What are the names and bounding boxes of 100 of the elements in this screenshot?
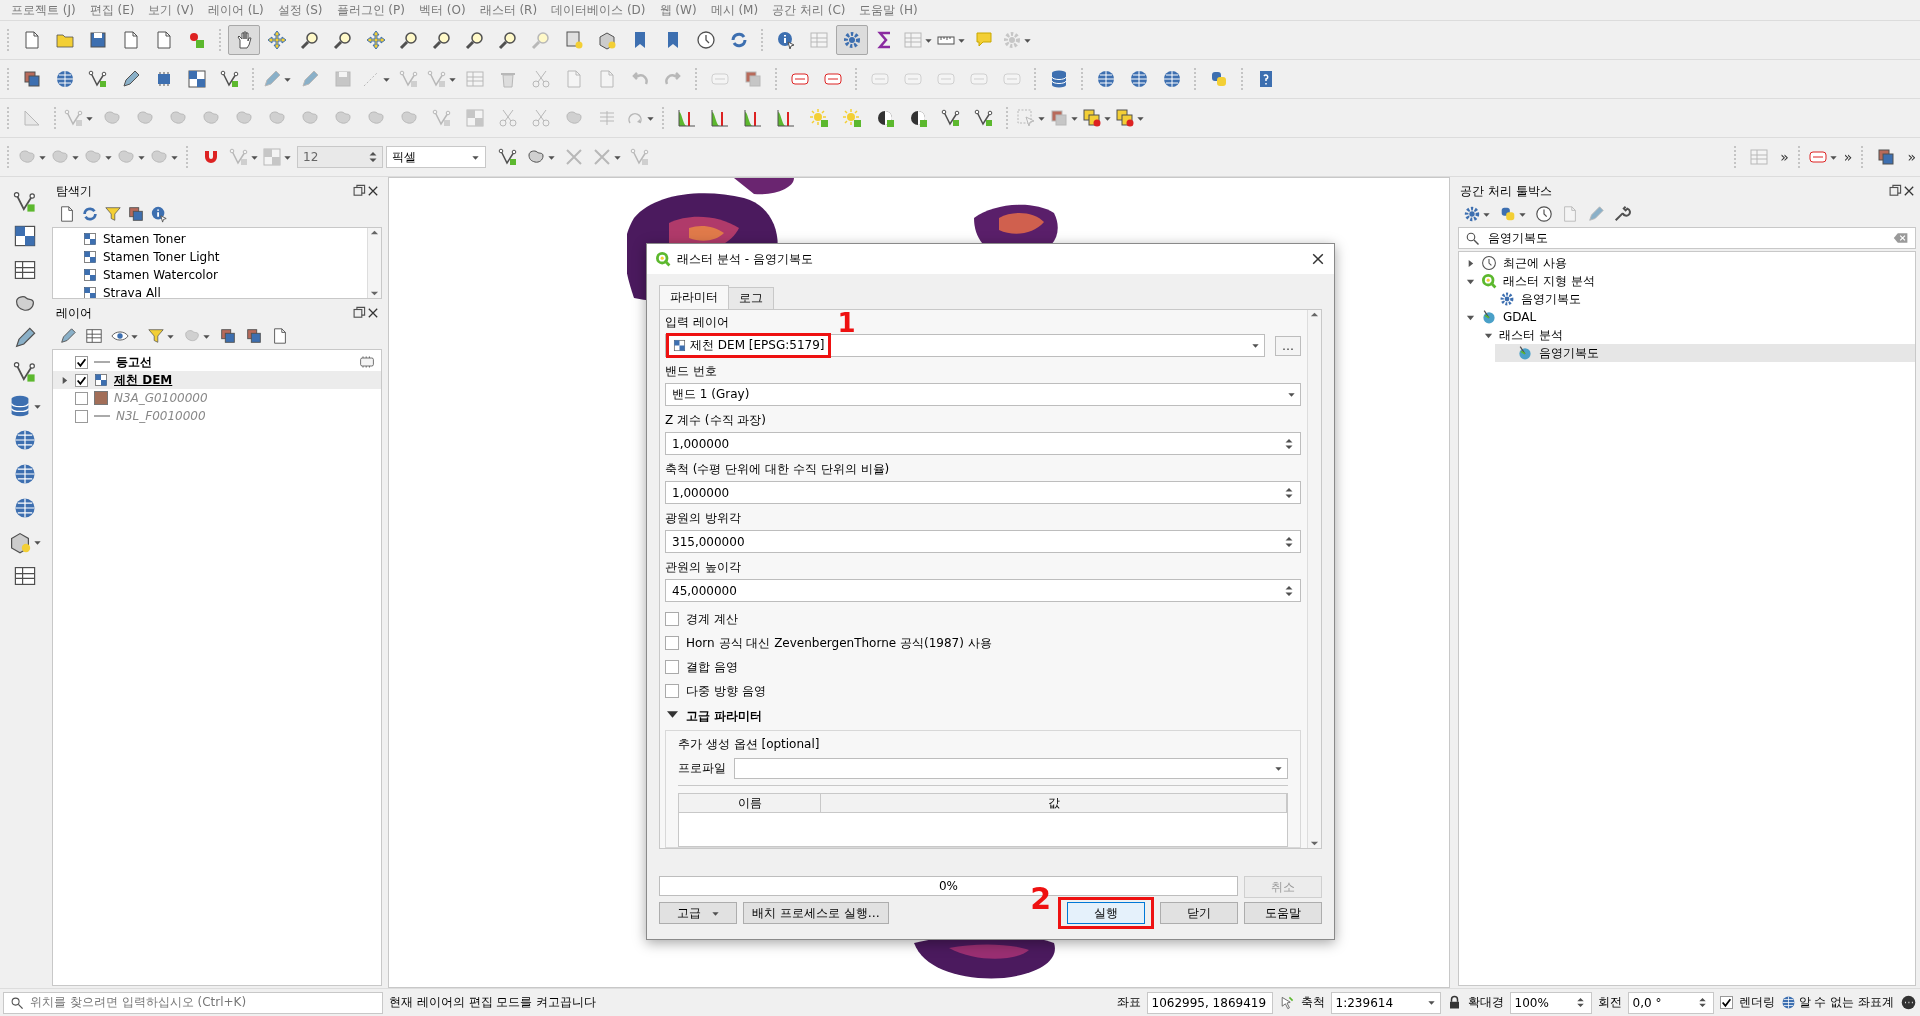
scale-combo[interactable]: 1:239614 bbox=[1330, 991, 1441, 1014]
layer-item[interactable]: 제천 DEM bbox=[53, 371, 381, 389]
info-cursor-icon[interactable] bbox=[776, 30, 796, 50]
magnifier-icon[interactable] bbox=[333, 30, 353, 50]
document-icon[interactable] bbox=[58, 205, 76, 223]
stacked-squares-icon[interactable] bbox=[22, 69, 42, 89]
checkbox[interactable] bbox=[665, 660, 679, 674]
message-icon[interactable] bbox=[1900, 994, 1917, 1011]
menu-item[interactable]: 설정 (S) bbox=[270, 1, 330, 19]
menu-button[interactable]: 고급 bbox=[659, 902, 737, 924]
pencil-icon[interactable] bbox=[59, 327, 77, 345]
vertex-line-icon[interactable] bbox=[220, 69, 240, 89]
expand-arrow-icon[interactable] bbox=[667, 709, 678, 720]
close-button[interactable]: 닫기 bbox=[1160, 902, 1238, 924]
toolbar-button[interactable] bbox=[836, 25, 868, 55]
globe-icon[interactable] bbox=[55, 69, 75, 89]
globe-icon[interactable] bbox=[12, 428, 37, 452]
wrench-icon[interactable] bbox=[1613, 205, 1631, 223]
tree-item[interactable]: 최근에 사용 bbox=[1459, 254, 1915, 272]
caret-icon[interactable] bbox=[1251, 341, 1260, 350]
help-button[interactable]: 도움말 bbox=[1244, 902, 1322, 924]
caret-icon[interactable] bbox=[1287, 390, 1296, 399]
histogram-icon[interactable] bbox=[743, 108, 763, 128]
raster-grid-icon[interactable] bbox=[187, 69, 207, 89]
four-arrows-icon[interactable] bbox=[267, 30, 287, 50]
browse-button[interactable]: … bbox=[1275, 335, 1301, 356]
menu-item[interactable]: 데이터베이스 (D) bbox=[544, 1, 653, 19]
menu-item[interactable]: 플러그인 (P) bbox=[329, 1, 412, 19]
histogram-icon[interactable] bbox=[677, 108, 697, 128]
histogram-icon[interactable] bbox=[710, 108, 730, 128]
globe-icon[interactable] bbox=[1096, 69, 1116, 89]
scroll-down-icon[interactable] bbox=[370, 289, 379, 298]
unit-combo[interactable]: 픽셀 bbox=[386, 146, 486, 168]
vertex-line-icon[interactable] bbox=[12, 190, 37, 214]
tree-item[interactable]: GDAL bbox=[1459, 308, 1915, 326]
menu-item[interactable]: 편집 (E) bbox=[82, 1, 142, 19]
crs-button[interactable]: 알 수 없는 좌표계 bbox=[1798, 994, 1894, 1011]
stacked-squares-icon[interactable] bbox=[245, 327, 263, 345]
caret-icon[interactable] bbox=[1426, 998, 1436, 1007]
checkbox[interactable] bbox=[75, 409, 88, 423]
vertex-line-icon[interactable] bbox=[498, 147, 518, 167]
magnifier-icon[interactable] bbox=[498, 30, 518, 50]
checkbox[interactable] bbox=[75, 391, 88, 405]
scrollbar[interactable] bbox=[1307, 310, 1321, 848]
cube-icon[interactable] bbox=[597, 30, 617, 50]
raster-grid-icon[interactable] bbox=[12, 224, 37, 248]
python-icon[interactable] bbox=[1209, 69, 1229, 89]
float-icon[interactable] bbox=[352, 184, 366, 198]
batch-button[interactable]: 배치 프로세스로 실행… bbox=[743, 902, 889, 924]
checkbox[interactable] bbox=[665, 612, 679, 626]
layer-item[interactable]: N3A_G0100000 bbox=[53, 389, 381, 407]
checkbox[interactable] bbox=[75, 355, 88, 369]
overlapping-squares-icon[interactable] bbox=[1082, 108, 1102, 128]
scroll-up-icon[interactable] bbox=[370, 228, 379, 237]
tree-item[interactable]: 래스터 분석 bbox=[1477, 326, 1915, 344]
browser-item[interactable]: Stamen Toner bbox=[53, 230, 367, 248]
table-icon[interactable] bbox=[12, 258, 37, 282]
coordinate-field[interactable]: 1062995, 1869419 bbox=[1146, 991, 1273, 1014]
checkbox[interactable] bbox=[665, 684, 679, 698]
database-icon[interactable] bbox=[1049, 69, 1069, 89]
globe-icon[interactable] bbox=[1780, 995, 1796, 1010]
magnifier-icon[interactable] bbox=[300, 30, 320, 50]
tree-item[interactable]: 음영기복도 bbox=[1477, 290, 1915, 308]
number-spinbox[interactable]: 1,000000 bbox=[665, 432, 1301, 455]
close-icon[interactable] bbox=[1902, 184, 1916, 198]
overlapping-squares-icon[interactable] bbox=[1115, 108, 1135, 128]
stacked-squares-icon[interactable] bbox=[219, 327, 237, 345]
info-cursor-icon[interactable] bbox=[150, 205, 168, 223]
magnifier-icon[interactable] bbox=[465, 30, 485, 50]
band-combo[interactable]: 밴드 1 (Gray) bbox=[665, 383, 1301, 406]
rotation-spinbox[interactable]: 0,0 ° bbox=[1627, 991, 1714, 1014]
gear-icon[interactable] bbox=[1463, 205, 1481, 223]
scroll-up-icon[interactable] bbox=[1310, 310, 1319, 319]
number-spinbox[interactable]: 45,000000 bbox=[665, 579, 1301, 602]
menu-item[interactable]: 벡터 (O) bbox=[411, 1, 473, 19]
number-spinbox[interactable]: 315,000000 bbox=[665, 530, 1301, 553]
magnifier-icon[interactable] bbox=[432, 30, 452, 50]
browser-item[interactable]: Strava All bbox=[53, 284, 367, 298]
document-icon[interactable] bbox=[154, 30, 174, 50]
layer-item[interactable]: 등고선 bbox=[53, 353, 381, 371]
table-icon[interactable] bbox=[85, 327, 103, 345]
browser-item[interactable]: Stamen Watercolor bbox=[53, 266, 367, 284]
checkbox[interactable] bbox=[1719, 996, 1733, 1009]
histogram-icon[interactable] bbox=[776, 108, 796, 128]
vertex-line-icon[interactable] bbox=[12, 360, 37, 384]
vertex-line-icon[interactable] bbox=[88, 69, 108, 89]
filter-icon[interactable] bbox=[104, 205, 122, 223]
layer-item[interactable]: N3L_F0010000 bbox=[53, 407, 381, 425]
browser-item[interactable]: Stamen Toner Light bbox=[53, 248, 367, 266]
globe-icon[interactable] bbox=[1162, 69, 1182, 89]
toolbar-button[interactable] bbox=[228, 25, 260, 55]
magnifier-icon[interactable] bbox=[399, 30, 419, 50]
tab[interactable]: 파라미터 bbox=[659, 285, 729, 309]
close-icon[interactable] bbox=[366, 306, 380, 320]
document-icon[interactable] bbox=[22, 30, 42, 50]
scrollbar[interactable] bbox=[367, 228, 381, 298]
caret-icon[interactable] bbox=[1274, 764, 1283, 773]
close-icon[interactable] bbox=[1310, 251, 1326, 267]
table-icon[interactable] bbox=[12, 564, 37, 588]
document-icon[interactable] bbox=[271, 327, 289, 345]
